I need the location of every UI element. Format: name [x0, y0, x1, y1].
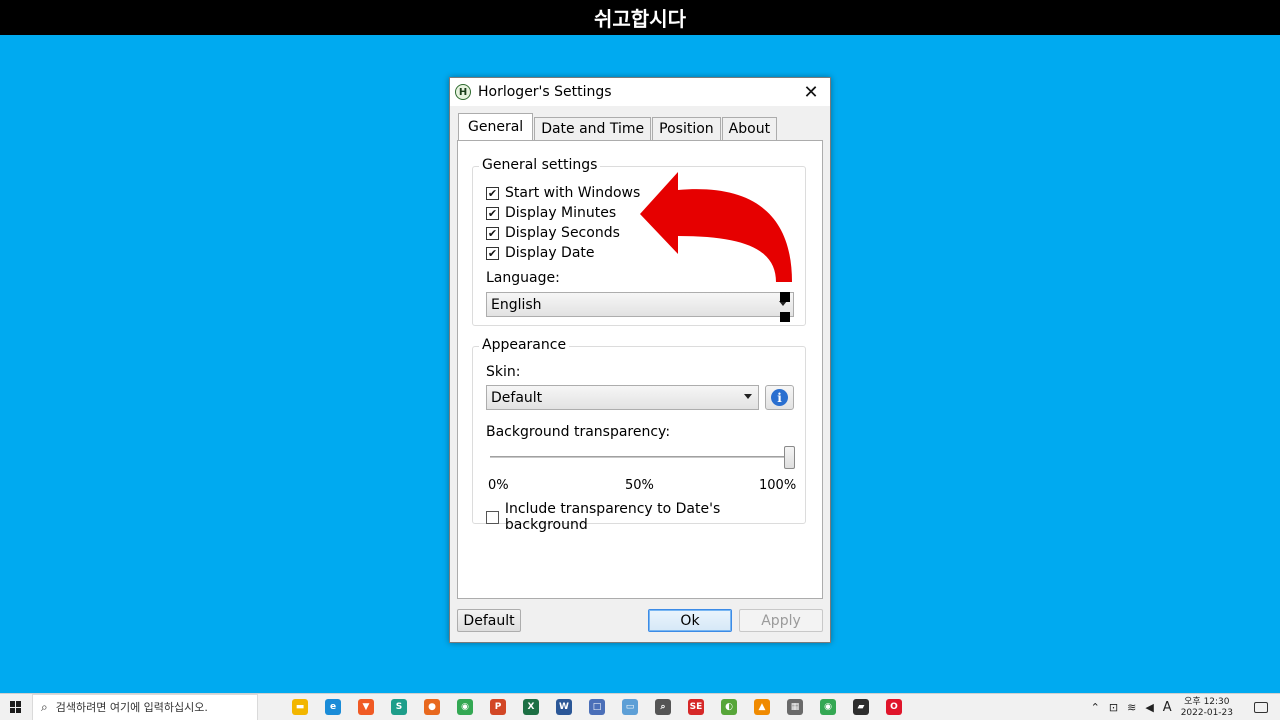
checkbox-label: Include transparency to Date's backgroun…	[504, 501, 721, 533]
checkmark-icon: ✔	[486, 246, 499, 260]
checkbox-label: Start with Windows	[505, 185, 641, 201]
tab-label: General	[468, 119, 524, 135]
display-minutes-checkbox[interactable]: ✔ Display Minutes	[486, 205, 616, 221]
file-explorer-icon[interactable]: ▬	[292, 699, 308, 715]
display-date-checkbox[interactable]: ✔ Display Date	[486, 245, 595, 261]
ime-indicator[interactable]: A	[1163, 700, 1172, 715]
checkmark-icon: ✔	[486, 226, 499, 240]
word-icon[interactable]: W	[556, 699, 572, 715]
tick-label-50: 50%	[625, 478, 654, 493]
group-title-appearance: Appearance	[479, 337, 570, 353]
button-label: Apply	[761, 612, 801, 629]
tab-label: Position	[659, 121, 714, 137]
button-label: Default	[463, 612, 515, 629]
tab-general[interactable]: General	[458, 113, 534, 140]
remote-desktop-icon[interactable]: ▭	[622, 699, 638, 715]
checkbox-label: Display Seconds	[505, 225, 620, 241]
start-with-windows-checkbox[interactable]: ✔ Start with Windows	[486, 185, 640, 201]
tab-date-and-time[interactable]: Date and Time	[534, 117, 652, 140]
tab-position[interactable]: Position	[652, 117, 721, 140]
language-value: English	[491, 296, 542, 313]
app-green-icon[interactable]: ◐	[721, 699, 737, 715]
skin-select[interactable]: Default	[486, 385, 759, 410]
start-button[interactable]	[0, 694, 32, 720]
calculator-app-icon[interactable]: □	[589, 699, 605, 715]
windows-logo-icon	[10, 701, 22, 713]
checkbox-label: Display Minutes	[505, 205, 617, 221]
red-curved-arrow-icon	[640, 172, 792, 322]
skin-label: Skin:	[486, 364, 521, 380]
taskbar-pinned-apps: ▬ e ▼ S ● ◉ P X W □ ▭ ⌕ SE ◐ ▲ ▦ ◉ ▰ O	[292, 699, 919, 715]
tick-label-0: 0%	[488, 478, 509, 493]
language-label: Language:	[486, 270, 560, 286]
transparency-slider-track	[490, 456, 793, 458]
system-tray: ⌃ ⊡ ≋ ◀ A 오후 12:30 2022-01-23	[1091, 694, 1280, 720]
chevron-down-icon	[744, 394, 752, 399]
edge-icon[interactable]: e	[325, 699, 341, 715]
brave-icon[interactable]: ▼	[358, 699, 374, 715]
clock-date: 2022-01-23	[1180, 707, 1233, 718]
clock-time: 오후 12:30	[1184, 696, 1230, 707]
search-placeholder: 검색하려면 여기에 입력하십시오.	[55, 701, 208, 714]
ok-button[interactable]: Ok	[648, 609, 732, 632]
skin-value: Default	[491, 389, 543, 406]
wifi-icon[interactable]: ≋	[1127, 701, 1136, 714]
top-banner: 쉬고합시다	[0, 0, 1280, 35]
magnifier-icon[interactable]: ⌕	[655, 699, 671, 715]
transparency-label: Background transparency:	[486, 424, 671, 440]
app-s-icon[interactable]: S	[391, 699, 407, 715]
vlc-icon[interactable]: ▲	[754, 699, 770, 715]
powerpoint-icon[interactable]: P	[490, 699, 506, 715]
empty-checkbox-icon	[486, 510, 499, 524]
firefox-icon[interactable]: ●	[424, 699, 440, 715]
tab-label: About	[728, 121, 771, 137]
chrome-icon[interactable]: ◉	[457, 699, 473, 715]
transparency-slider-thumb[interactable]	[784, 446, 795, 469]
search-icon: ⌕	[41, 699, 48, 714]
info-icon: i	[771, 389, 788, 406]
opera-icon[interactable]: O	[886, 699, 902, 715]
calculator-icon[interactable]: ▦	[787, 699, 803, 715]
taskbar-clock[interactable]: 오후 12:30 2022-01-23	[1181, 697, 1242, 719]
tab-label: Date and Time	[541, 121, 645, 137]
button-label: Ok	[680, 612, 700, 629]
settings-window: H Horloger's Settings ✕ General Date and…	[449, 77, 831, 643]
include-transparency-checkbox[interactable]: Include transparency to Date's backgroun…	[486, 501, 805, 533]
display-seconds-checkbox[interactable]: ✔ Display Seconds	[486, 225, 620, 241]
title-bar[interactable]: H Horloger's Settings ✕	[450, 78, 830, 106]
tab-strip: General Date and Time Position About	[458, 113, 778, 140]
tab-about[interactable]: About	[721, 117, 778, 140]
checkmark-icon: ✔	[486, 206, 499, 220]
volume-icon[interactable]: ◀	[1145, 701, 1153, 714]
notification-icon[interactable]	[1254, 702, 1268, 713]
skin-info-button[interactable]: i	[765, 385, 794, 410]
checkbox-label: Display Date	[505, 245, 595, 261]
tick-label-100: 100%	[759, 478, 797, 493]
network-device-icon[interactable]: ⊡	[1109, 701, 1118, 714]
taskbar-search-box[interactable]: ⌕ 검색하려면 여기에 입력하십시오.	[32, 693, 258, 720]
close-icon: ✕	[803, 81, 819, 103]
excel-icon[interactable]: X	[523, 699, 539, 715]
checkmark-icon: ✔	[486, 186, 499, 200]
window-title: Horloger's Settings	[478, 84, 612, 100]
taskbar: ⌕ 검색하려면 여기에 입력하십시오. ▬ e ▼ S ● ◉ P X W □ ▭ ⌕ SE ◐ ▲ ▦ ◉ ▰ O…	[0, 693, 1280, 720]
chrome-alt-icon[interactable]: ◉	[820, 699, 836, 715]
sticky-notes-icon[interactable]: ▰	[853, 699, 869, 715]
appearance-group: Appearance Skin: Default i Background tr…	[472, 337, 806, 533]
app-se-icon[interactable]: SE	[688, 699, 704, 715]
horloger-app-icon: H	[455, 84, 471, 100]
close-button[interactable]: ✕	[800, 81, 822, 103]
group-title-general: General settings	[479, 157, 601, 173]
chevron-up-icon[interactable]: ⌃	[1091, 701, 1100, 714]
default-button[interactable]: Default	[457, 609, 521, 632]
banner-text: 쉬고합시다	[594, 7, 686, 31]
apply-button[interactable]: Apply	[739, 609, 823, 632]
